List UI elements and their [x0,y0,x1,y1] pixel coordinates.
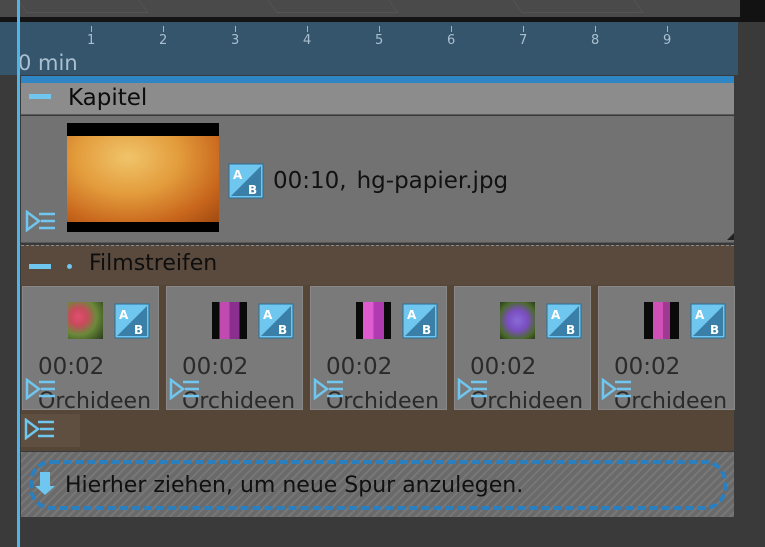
transition-ab-icon[interactable]: AB [402,303,438,343]
svg-text:B: B [278,323,287,337]
orchid-thumbnail [212,302,247,339]
orchid-thumbnail [356,302,391,339]
placeholder-track-icon[interactable] [24,417,56,444]
svg-text:B: B [134,323,143,337]
filmstrip-clip[interactable]: AB 00:02 Orchideen [166,286,303,410]
chapter-item-duration: 00:10, [273,168,347,194]
clip-duration: 00:02 [38,354,105,380]
placeholder-track-icon[interactable] [313,377,345,404]
collapse-minus-icon[interactable] [29,264,51,269]
top-bar [0,0,765,22]
svg-text:A: A [551,308,561,322]
decorative-shape [508,0,644,13]
ruler-tick-label: 7 [519,33,528,48]
filmstrip-clip[interactable]: AB 00:02 Orchideen [22,286,159,410]
orchid-thumbnail [644,302,679,339]
placeholder-track-icon[interactable] [25,209,57,236]
ruler-tick-label: 3 [231,33,240,48]
ruler-tick-label: 6 [447,33,456,48]
placeholder-track-icon[interactable] [169,377,201,404]
ruler-tick [595,26,596,32]
svg-text:B: B [248,183,257,197]
svg-text:A: A [407,308,417,322]
ruler-tick-label: 4 [303,33,312,48]
ruler-tick [379,26,380,32]
chapter-item-filename: hg-papier.jpg [356,168,509,194]
filmstrip-track[interactable]: AB 00:02 Orchideen AB 00:02 Orchideen AB… [21,285,735,451]
ruler-tick [91,26,92,32]
filmstrip-clip[interactable]: AB 00:02 Orchideen [598,286,735,410]
placeholder-track-icon[interactable] [601,377,633,404]
chapter-header[interactable]: Kapitel [21,76,734,115]
collapse-minus-icon[interactable] [29,94,51,99]
chapter-track[interactable]: A B 00:10, hg-papier.jpg [21,116,734,243]
svg-text:A: A [119,308,129,322]
clip-duration: 00:02 [326,354,393,380]
ruler-tick [451,26,452,32]
chapter-item-meta: 00:10, hg-papier.jpg [273,168,508,194]
bullet-dot-icon [67,264,72,269]
resize-corner[interactable] [727,233,734,240]
drop-arrow-down-icon [35,472,55,495]
transition-ab-icon[interactable]: AB [690,303,726,343]
ruler-tick-label: 5 [375,33,384,48]
ruler-tick-label: 8 [591,33,600,48]
paper-background-image [67,136,219,222]
ruler-unit-label: 0 min [18,51,78,75]
ruler-tick [163,26,164,32]
filmstrip-clip[interactable]: AB 00:02 Orchideen [454,286,591,410]
ruler-tick-label: 2 [159,33,168,48]
ruler-tick [235,26,236,32]
decorative-shape [263,0,399,13]
ruler-tick-label: 9 [663,33,672,48]
transition-ab-icon[interactable]: AB [546,303,582,343]
chapter-title: Kapitel [68,85,148,111]
svg-text:B: B [422,323,431,337]
svg-text:A: A [233,168,243,182]
clip-duration: 00:02 [614,354,681,380]
filmstrip-title: Filmstreifen [89,251,218,276]
timeline-ruler[interactable]: 1 2 3 4 5 6 7 8 9 0 min [0,22,738,75]
ruler-tick-label: 1 [87,33,96,48]
dropzone-hint: Hierher ziehen, um neue Spur anzulegen. [65,473,524,498]
ruler-tick [307,26,308,32]
ruler-tick [667,26,668,32]
clip-duration: 00:02 [470,354,537,380]
new-track-dropzone[interactable]: Hierher ziehen, um neue Spur anzulegen. [21,452,734,517]
transition-ab-icon[interactable]: AB [114,303,150,343]
placeholder-track-icon[interactable] [25,377,57,404]
transition-ab-icon[interactable]: A B [228,163,264,203]
orchid-thumbnail [68,302,103,339]
ruler-tick [523,26,524,32]
filmstrip-clip[interactable]: AB 00:02 Orchideen [310,286,447,410]
top-corner [740,0,765,22]
decorative-shape [13,0,149,13]
orchid-thumbnail [500,302,535,339]
transition-ab-icon[interactable]: AB [258,303,294,343]
svg-text:B: B [710,323,719,337]
svg-text:A: A [263,308,273,322]
clip-duration: 00:02 [182,354,249,380]
svg-text:A: A [695,308,705,322]
chapter-image-thumbnail[interactable] [67,123,219,232]
svg-text:B: B [566,323,575,337]
filmstrip-header[interactable]: Filmstreifen [21,245,734,285]
playhead-cursor[interactable] [17,0,20,547]
placeholder-track-icon[interactable] [457,377,489,404]
